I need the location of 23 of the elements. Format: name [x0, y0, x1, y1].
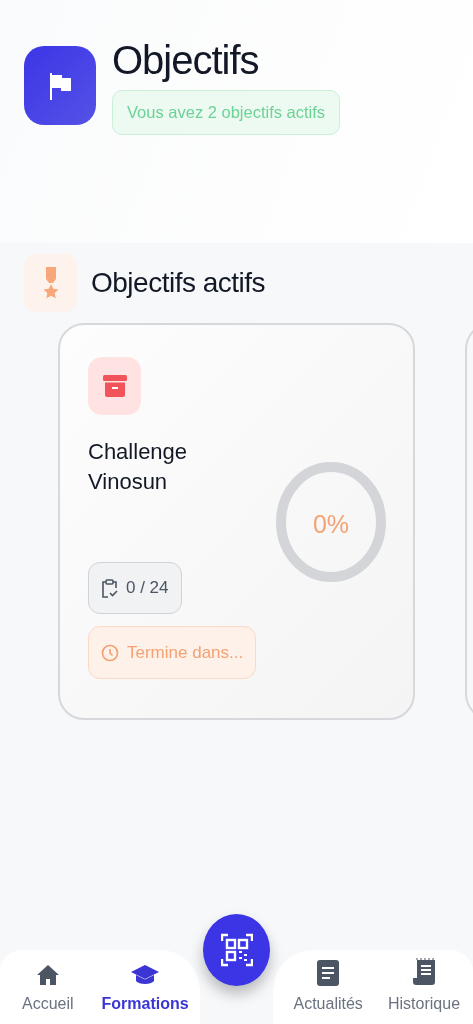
page-title: Objectifs [112, 40, 260, 80]
nav-tab[interactable]: Formations [101, 964, 189, 1016]
graduation-cap-icon [130, 964, 161, 986]
medal-icon [24, 254, 77, 312]
receipt-icon [412, 958, 436, 986]
app-icon [24, 46, 96, 125]
qr-code-icon [220, 933, 253, 967]
progress-percent: 0% [312, 510, 350, 538]
nav-tab[interactable]: Accueil [22, 964, 74, 1016]
clipboard-check-icon [101, 578, 118, 598]
clock-icon [101, 643, 119, 662]
goal-title: Challenge Vinosun [88, 438, 189, 496]
section-title: Objectifs actifs [91, 266, 266, 300]
deadline-tag: Termine dans... [88, 625, 257, 680]
active-count: Vous avez 2 objectifs actifs [112, 90, 341, 135]
goal-card[interactable]: Challenge Vinosun 0% 0 / 24 Termine dans... [58, 323, 415, 720]
nav-tab[interactable]: Historique [388, 958, 461, 1016]
task-count: 0 / 24 [88, 562, 182, 614]
home-icon [35, 964, 60, 986]
document-icon [317, 960, 340, 986]
nav-tab[interactable]: Actualités [293, 960, 363, 1016]
archive-box-icon [88, 357, 141, 415]
qr-scan-button[interactable] [203, 914, 270, 986]
